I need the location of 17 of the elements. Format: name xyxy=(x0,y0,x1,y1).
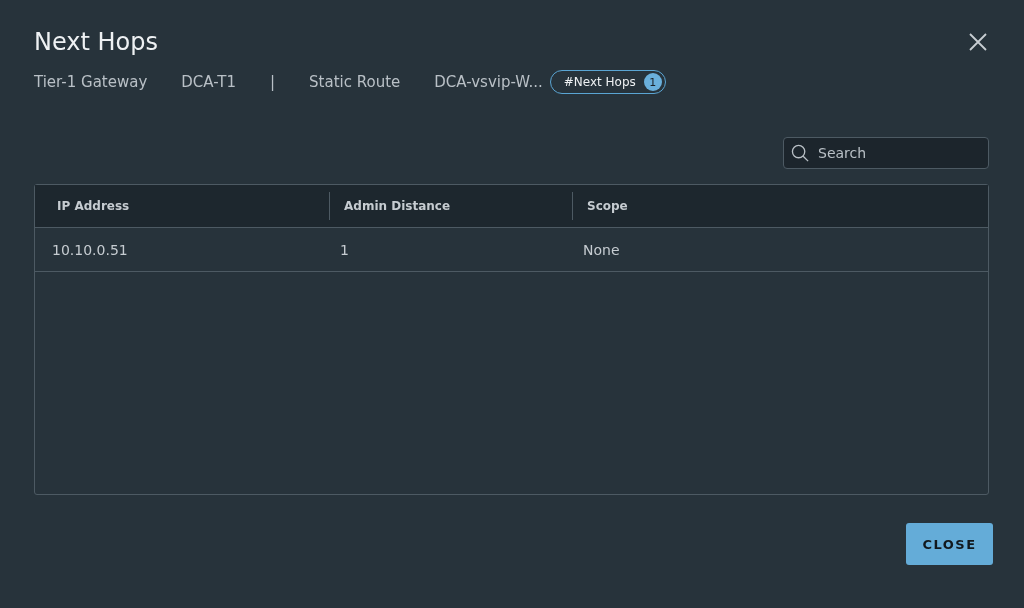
dialog-title: Next Hops xyxy=(34,28,158,56)
column-header[interactable]: Scope xyxy=(572,192,988,220)
close-icon[interactable] xyxy=(969,33,987,51)
breadcrumb-link[interactable]: Tier-1 Gateway xyxy=(34,73,148,91)
breadcrumb-link[interactable]: DCA-vsvip-W... xyxy=(434,73,543,91)
column-header[interactable]: IP Address xyxy=(35,199,329,213)
table-cell-text: 10.10.0.51 xyxy=(51,241,129,258)
pill-label: #Next Hops xyxy=(563,75,636,89)
column-header[interactable]: Admin Distance xyxy=(329,192,572,220)
breadcrumb-link[interactable]: Static Route xyxy=(309,73,401,91)
breadcrumb-separator: | xyxy=(270,73,276,91)
close-button[interactable]: CLOSE xyxy=(906,523,993,565)
breadcrumb-link[interactable]: DCA-T1 xyxy=(181,73,236,91)
search-field[interactable]: Search xyxy=(783,137,989,169)
count-badge: 1 xyxy=(643,73,662,91)
table-cell-text: 1 xyxy=(339,241,350,258)
table-cell-text: None xyxy=(582,241,621,258)
